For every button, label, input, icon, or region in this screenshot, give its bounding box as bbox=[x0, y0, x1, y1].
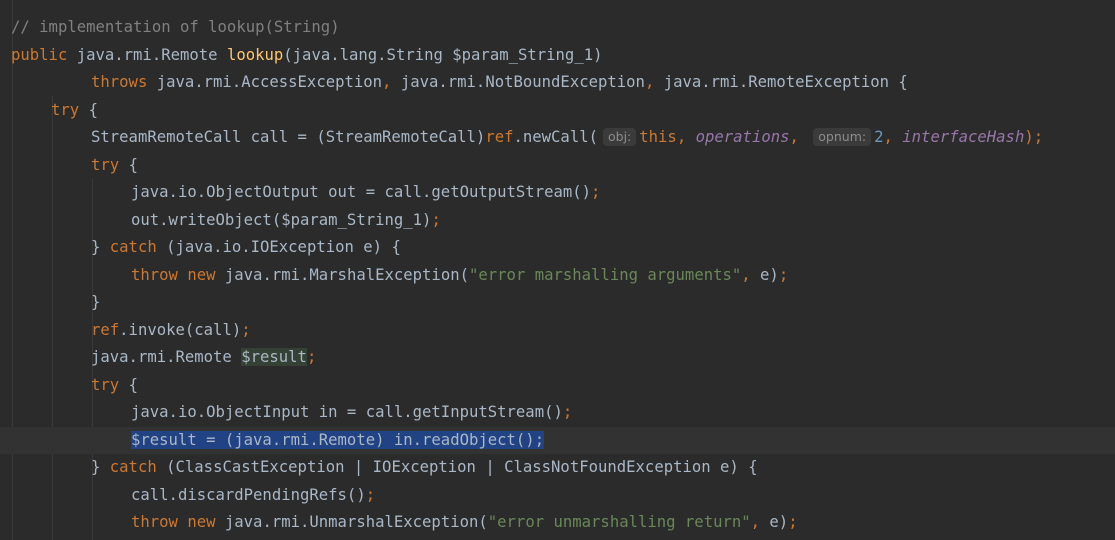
parameter-hint: opnum: bbox=[813, 128, 872, 146]
code-token: java.rmi.Remote bbox=[76, 45, 227, 64]
code-token: StreamRemoteCall call = (StreamRemoteCal… bbox=[91, 128, 486, 146]
code-token: java.rmi.NotBoundException bbox=[400, 73, 645, 91]
code-token: ; bbox=[778, 265, 789, 284]
code-token: catch bbox=[109, 458, 167, 476]
code-token: throw new bbox=[131, 513, 225, 531]
code-line[interactable]: call.discardPendingRefs(); bbox=[0, 482, 1115, 510]
code-token: { bbox=[88, 100, 98, 119]
code-line[interactable]: public java.rmi.Remote lookup(java.lang.… bbox=[0, 42, 1115, 70]
code-token: operations bbox=[695, 128, 790, 146]
code-token: { bbox=[128, 155, 138, 174]
code-token: , bbox=[676, 128, 696, 146]
parameter-hint: obj: bbox=[602, 128, 637, 146]
code-token: ; bbox=[788, 513, 798, 531]
code-token: $result bbox=[241, 348, 307, 366]
code-line[interactable]: throw new java.rmi.MarshalException("err… bbox=[0, 262, 1115, 290]
code-line[interactable]: StreamRemoteCall call = (StreamRemoteCal… bbox=[0, 124, 1115, 152]
code-token: lookup bbox=[226, 45, 284, 64]
code-line[interactable]: ref.invoke(call); bbox=[0, 317, 1115, 345]
code-token: ref bbox=[485, 128, 514, 146]
code-token: ; bbox=[306, 348, 317, 366]
code-token: java.io.ObjectInput in = call.getInputSt… bbox=[131, 403, 563, 421]
code-line[interactable]: java.io.ObjectInput in = call.getInputSt… bbox=[0, 399, 1115, 427]
code-token: this bbox=[639, 128, 677, 146]
code-token: java.rmi.AccessException bbox=[156, 73, 383, 91]
code-token: throws bbox=[91, 73, 157, 91]
code-line[interactable]: try { bbox=[0, 152, 1115, 180]
code-token: try bbox=[91, 375, 129, 394]
code-line[interactable]: try { bbox=[0, 372, 1115, 400]
code-token: public bbox=[11, 45, 77, 64]
code-token: out.writeObject($param_String_1) bbox=[131, 210, 432, 229]
code-token: java.rmi.Remote bbox=[91, 348, 242, 366]
code-token: java.rmi.MarshalException( bbox=[224, 265, 469, 284]
code-token: , bbox=[741, 265, 761, 284]
code-line[interactable]: out.writeObject($param_String_1); bbox=[0, 207, 1115, 235]
code-token: , bbox=[644, 73, 664, 91]
code-line[interactable]: $result = (java.rmi.Remote) in.readObjec… bbox=[0, 426, 1115, 454]
code-token: ; bbox=[591, 183, 601, 201]
code-editor[interactable]: // implementation of lookup(String) publi… bbox=[0, 0, 1115, 540]
code-token: (java.io.IOException e) { bbox=[166, 238, 401, 256]
code-token: (ClassCastException | IOException | Clas… bbox=[166, 458, 758, 476]
code-token: throw new bbox=[131, 265, 225, 284]
code-token: interfaceHash bbox=[902, 128, 1025, 146]
code-token: $result = (java.rmi.Remote) in.readObjec… bbox=[131, 430, 545, 449]
code-token: ref bbox=[91, 320, 120, 339]
code-line[interactable]: } bbox=[0, 289, 1115, 317]
code-token: try bbox=[91, 155, 129, 174]
code-token: ; bbox=[365, 485, 376, 504]
code-token: e) bbox=[760, 265, 779, 284]
code-token: } bbox=[91, 293, 101, 311]
code-line[interactable]: } catch (ClassCastException | IOExceptio… bbox=[0, 454, 1115, 482]
code-token: e) bbox=[769, 513, 789, 531]
code-token: java.rmi.RemoteException { bbox=[663, 73, 908, 91]
code-token: ); bbox=[1024, 128, 1044, 146]
code-token: , bbox=[750, 513, 770, 531]
code-token: java.rmi.UnmarshalException( bbox=[224, 513, 488, 531]
code-token: } bbox=[91, 458, 110, 476]
code-line[interactable]: try { bbox=[0, 97, 1115, 125]
code-token: "error marshalling arguments" bbox=[469, 265, 742, 284]
code-token: .newCall( bbox=[513, 128, 598, 146]
code-line[interactable]: // implementation of lookup(String) bbox=[0, 14, 1115, 42]
code-token: // implementation of lookup(String) bbox=[11, 18, 340, 36]
code-line[interactable]: throws java.rmi.AccessException, java.rm… bbox=[0, 69, 1115, 97]
code-token: ; bbox=[431, 210, 441, 229]
code-token: ; bbox=[241, 320, 251, 339]
code-token: java.io.ObjectOutput out = call.getOutpu… bbox=[131, 183, 592, 201]
code-line[interactable]: } catch (java.io.IOException e) { bbox=[0, 234, 1115, 262]
code-token: try bbox=[51, 100, 89, 119]
code-token: , bbox=[883, 128, 903, 146]
code-token: , bbox=[789, 128, 809, 146]
code-token: catch bbox=[109, 238, 167, 256]
code-token: .invoke(call) bbox=[119, 320, 242, 339]
code-token: (java.lang.String $param_String_1) bbox=[283, 45, 603, 64]
code-token: { bbox=[128, 375, 138, 394]
code-token: } bbox=[91, 238, 110, 256]
code-token: ; bbox=[562, 403, 573, 421]
code-line[interactable]: throw new java.rmi.UnmarshalException("e… bbox=[0, 509, 1115, 537]
code-token: call.discardPendingRefs() bbox=[131, 485, 366, 504]
code-token: "error unmarshalling return" bbox=[487, 513, 751, 531]
code-token: 2 bbox=[874, 128, 884, 146]
code-line[interactable]: java.rmi.Remote $result; bbox=[0, 344, 1115, 372]
code-token: , bbox=[382, 73, 401, 91]
code-line[interactable]: java.io.ObjectOutput out = call.getOutpu… bbox=[0, 179, 1115, 207]
